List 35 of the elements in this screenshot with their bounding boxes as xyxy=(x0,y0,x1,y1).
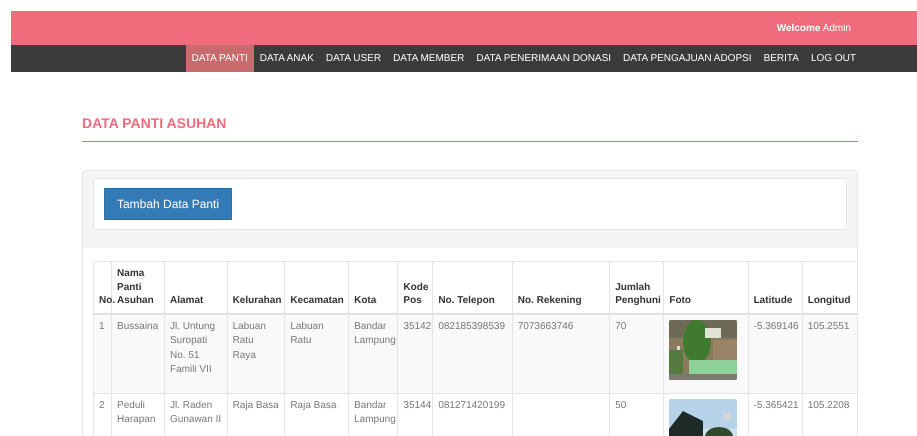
table-cell: Jl. Untung Suropati No. 51 Famili VII xyxy=(170,320,216,375)
table-cell: 105.2551 xyxy=(808,320,850,332)
table-cell: Jl. Raden Gunawan II xyxy=(170,400,222,425)
table-cell: Raja Basa xyxy=(290,400,336,410)
table-cell: 2 xyxy=(99,400,105,410)
table-cell: Bandar Lampung xyxy=(354,400,396,425)
table-cell: 35144 xyxy=(403,400,432,410)
column-header: No. xyxy=(94,262,112,314)
table-cell: 50 xyxy=(615,400,626,410)
table-cell: 1 xyxy=(99,320,105,332)
table-cell: Bandar Lampung xyxy=(354,320,396,346)
table-cell: 081271420199 xyxy=(438,400,506,410)
table-cell: 70 xyxy=(615,320,626,332)
table-cell: -5.365421 xyxy=(754,400,799,410)
table-cell: 7073663746 xyxy=(518,320,574,332)
table-cell: Raja Basa xyxy=(232,400,279,410)
nav-tab[interactable]: DATA USER xyxy=(320,45,388,72)
nav-tab[interactable]: DATA MEMBER xyxy=(387,45,470,72)
table-cell: 082185398539 xyxy=(438,320,506,332)
table-cell: Bussaina xyxy=(117,320,158,332)
page-title: DATA PANTI ASUHAN xyxy=(82,72,858,142)
table-cell: Labuan Ratu xyxy=(290,320,324,346)
nav-tab[interactable]: DATA PANTI xyxy=(186,45,254,72)
welcome-text: Welcome Admin xyxy=(776,22,851,34)
table-cell: Peduli Harapan xyxy=(117,400,156,425)
nav-tab[interactable]: LOG OUT xyxy=(804,45,862,72)
table-cell: -5.369146 xyxy=(754,320,799,332)
table-cell: Labuan Ratu Raya xyxy=(232,320,266,360)
table-cell: 35142 xyxy=(403,320,432,332)
nav-tab[interactable]: BERITA xyxy=(758,45,805,72)
add-button[interactable]: Tambah Data Panti xyxy=(104,188,232,220)
nav-tab[interactable]: DATA PENERIMAAN DONASI xyxy=(470,45,618,72)
table-cell: 105.2208 xyxy=(808,400,850,410)
nav-tab[interactable]: DATA ANAK xyxy=(254,45,320,72)
nav-tab[interactable]: DATA PENGAJUAN ADOPSI xyxy=(617,45,758,72)
